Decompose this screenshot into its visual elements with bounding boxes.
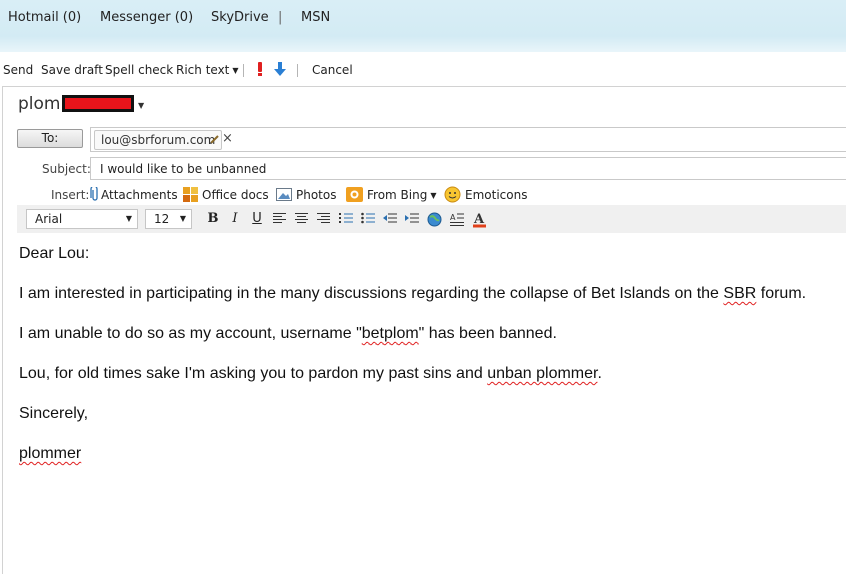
emoticon-icon <box>444 186 461 203</box>
paperclip-icon <box>90 187 98 201</box>
chevron-down-icon: ▼ <box>430 191 437 200</box>
close-icon[interactable]: × <box>222 132 233 146</box>
misspelled-word: unban plommer <box>487 365 598 382</box>
globe-link-icon <box>427 212 441 227</box>
emoticons-button[interactable]: Emoticons <box>465 188 527 202</box>
align-right-button[interactable] <box>315 210 331 228</box>
misspelled-word: betplom <box>361 325 419 342</box>
from-account[interactable]: plom <box>18 94 60 114</box>
insert-label: Insert: <box>51 188 90 202</box>
font-select[interactable]: Arial ▼ <box>26 209 138 229</box>
bing-icon <box>346 187 363 202</box>
insert-link-button[interactable] <box>426 210 442 228</box>
misspelled-word: SBR <box>723 285 757 302</box>
rich-text-menu[interactable]: Rich text ▼ <box>176 63 239 77</box>
chevron-down-icon: ▼ <box>125 214 132 223</box>
decrease-indent-icon <box>383 213 397 223</box>
numbered-list-button[interactable] <box>338 210 354 228</box>
body-text: . <box>597 365 602 382</box>
body-text: I am interested in participating in the … <box>19 285 724 302</box>
pencil-icon[interactable] <box>209 134 220 145</box>
photo-icon <box>276 188 292 201</box>
recipient-address: lou@sbrforum.com <box>101 133 216 147</box>
nav-skydrive[interactable]: SkyDrive <box>211 10 269 25</box>
font-size-value: 12 <box>154 212 170 226</box>
attachments-button[interactable]: Attachments <box>101 188 178 202</box>
nav-hotmail[interactable]: Hotmail (0) <box>8 10 81 25</box>
body-text: forum. <box>756 285 807 302</box>
save-draft-button[interactable]: Save draft <box>41 63 103 77</box>
body-paragraph-2: I am unable to do so as my account, user… <box>19 325 557 343</box>
font-value: Arial <box>35 212 63 226</box>
send-button[interactable]: Send <box>3 63 33 77</box>
body-text: I am unable to do so as my account, user… <box>19 325 362 342</box>
spell-check-button[interactable]: Spell check <box>105 63 173 77</box>
photos-button[interactable]: Photos <box>296 188 336 202</box>
subject-label: Subject: <box>42 162 91 176</box>
subject-value: I would like to be unbanned <box>100 162 267 176</box>
misspelled-word: plommer <box>19 445 82 462</box>
body-paragraph-1: I am interested in participating in the … <box>19 285 806 303</box>
bulleted-list-button[interactable] <box>360 210 376 228</box>
bold-button[interactable]: B <box>205 210 221 228</box>
redaction-bar <box>62 95 134 112</box>
align-left-icon <box>272 213 286 223</box>
office-docs-button[interactable]: Office docs <box>202 188 269 202</box>
low-importance-icon[interactable] <box>274 61 286 76</box>
from-bing-menu[interactable]: From Bing ▼ <box>367 188 437 202</box>
numbered-list-icon <box>339 213 353 223</box>
font-color-button[interactable]: A <box>471 210 487 228</box>
toolbar-divider <box>243 64 244 77</box>
greeting-line: Dear Lou: <box>19 245 90 262</box>
closing-line: Sincerely, <box>19 405 89 422</box>
decrease-indent-button[interactable] <box>382 210 398 228</box>
text-background-icon: A <box>449 213 464 226</box>
chevron-down-icon: ▼ <box>179 214 186 223</box>
to-button[interactable]: To: <box>17 129 83 148</box>
cancel-button[interactable]: Cancel <box>312 63 353 77</box>
increase-indent-button[interactable] <box>404 210 420 228</box>
highlight-button[interactable]: A <box>448 210 464 228</box>
signature-line: plommer <box>19 445 81 463</box>
body-text: Lou, for old times sake I'm asking you t… <box>19 365 488 382</box>
nav-msn[interactable]: MSN <box>301 10 330 25</box>
toolbar-divider <box>297 64 298 77</box>
align-center-button[interactable] <box>293 210 309 228</box>
font-size-select[interactable]: 12 ▼ <box>145 209 192 229</box>
align-left-button[interactable] <box>271 210 287 228</box>
svg-text:A: A <box>450 213 456 222</box>
office-docs-icon <box>183 187 198 202</box>
nav-messenger[interactable]: Messenger (0) <box>100 10 193 25</box>
align-center-icon <box>294 213 308 223</box>
nav-divider: | <box>278 10 283 25</box>
font-color-icon: A <box>472 212 486 228</box>
body-text: " has been banned. <box>418 325 557 342</box>
italic-button[interactable]: I <box>227 210 243 228</box>
recipient-chip[interactable]: lou@sbrforum.com <box>94 130 223 150</box>
increase-indent-icon <box>405 213 419 223</box>
from-bing-label: From Bing <box>367 188 428 202</box>
top-nav: Hotmail (0) Messenger (0) SkyDrive | MSN <box>0 0 846 52</box>
rich-text-label: Rich text <box>176 63 230 77</box>
underline-button[interactable]: U <box>249 210 265 228</box>
body-paragraph-3: Lou, for old times sake I'm asking you t… <box>19 365 602 383</box>
high-importance-icon[interactable] <box>256 61 264 77</box>
chevron-down-icon: ▼ <box>232 66 239 75</box>
chevron-down-icon[interactable]: ▼ <box>138 101 144 110</box>
bulleted-list-icon <box>361 212 375 224</box>
align-right-icon <box>316 213 330 223</box>
